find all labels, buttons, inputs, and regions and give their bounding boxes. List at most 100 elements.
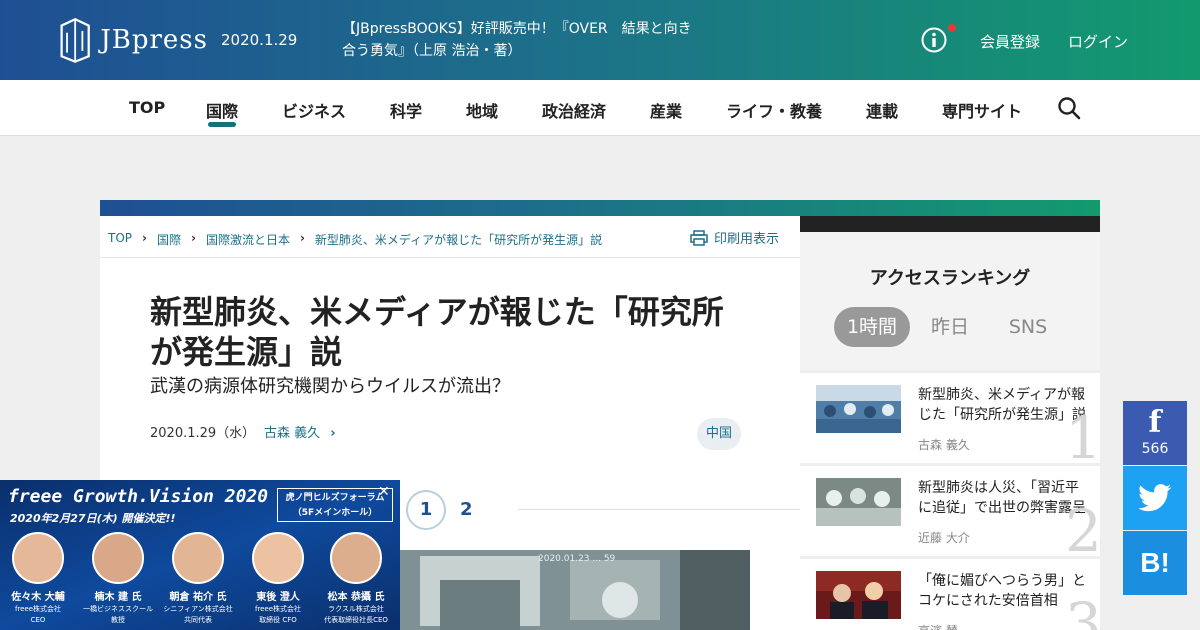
nav-item-science[interactable]: 科学: [390, 98, 422, 122]
author-link[interactable]: 古森 義久 ›: [264, 422, 336, 441]
page-1-button[interactable]: 1: [406, 490, 446, 530]
sidebar-top-bar: [800, 216, 1100, 232]
speaker-name: 朝倉 祐介 氏: [169, 592, 227, 603]
ranking-tab-sns[interactable]: SNS: [996, 307, 1060, 347]
notification-dot: [948, 24, 956, 32]
ad-date: 2020年2月27日(木) 開催決定!!: [10, 512, 176, 525]
article-date: 2020.1.29（水）: [150, 426, 256, 441]
breadcrumb-top[interactable]: TOP: [108, 231, 132, 248]
info-icon[interactable]: [921, 27, 947, 53]
ad-venue-box: 虎ノ門ヒルズフォーラム（5Fメインホール）: [277, 488, 393, 522]
speaker-role: シニフィアン株式会社: [163, 605, 233, 613]
ad-speaker: 松本 恭攝 氏 ラクスル株式会社 代表取締役社長CEO: [318, 532, 394, 625]
print-label: 印刷用表示: [714, 232, 780, 247]
ranking-item-1[interactable]: 新型肺炎、米メディアが報じた「研究所が発生源」説 古森 義久 1: [800, 373, 1100, 463]
speaker-role: 共同代表: [184, 616, 212, 624]
ranking-item-author: 高濱 賛: [918, 622, 958, 630]
page-2-button[interactable]: 2: [460, 499, 473, 520]
breadcrumb-separator: ›: [142, 231, 147, 245]
author-name: 古森 義久: [264, 426, 321, 441]
speaker-role: 一橋ビジネススクール: [83, 605, 153, 613]
speaker-role: 代表取締役社長CEO: [324, 616, 388, 624]
nav-item-business[interactable]: ビジネス: [282, 98, 346, 122]
print-button[interactable]: 印刷用表示: [690, 228, 779, 247]
jbpress-logo-icon: [60, 17, 90, 63]
ranking-thumbnail-3: [816, 571, 901, 619]
speaker-role: freee株式会社: [254, 605, 302, 613]
nav-active-indicator: [208, 122, 236, 127]
ranking-item-2[interactable]: 新型肺炎は人災、「習近平に追従」で出世の弊害露呈 近藤 大介 2: [800, 466, 1100, 556]
breadcrumb-international[interactable]: 国際: [157, 231, 181, 248]
logo-wordmark: JBpress: [100, 25, 208, 55]
article-subtitle: 武漢の病源体研究機関からウイルスが流出？: [150, 376, 510, 397]
ad-speaker: 楠木 建 氏 一橋ビジネススクール 教授: [80, 532, 156, 625]
speaker-name: 楠木 建 氏: [94, 592, 142, 603]
close-icon[interactable]: ✕: [378, 484, 390, 500]
site-header: JBpress 2020.1.29 【JBpressBOOKS】好評販売中！『O…: [0, 0, 1200, 80]
ranking-number: 2: [1065, 497, 1100, 556]
ad-banner[interactable]: freee Growth.Vision 2020 2020年2月27日(木) 開…: [0, 480, 400, 630]
search-icon[interactable]: [1057, 96, 1081, 120]
twitter-share-button[interactable]: [1123, 466, 1187, 530]
ad-title: freee Growth.Vision 2020: [8, 486, 269, 507]
ranking-item-author: 近藤 大介: [918, 531, 970, 545]
nav-item-life-culture[interactable]: ライフ・教養: [726, 98, 822, 122]
ad-speaker: 朝倉 祐介 氏 シニフィアン株式会社 共同代表: [160, 532, 236, 625]
nav-item-region[interactable]: 地域: [466, 98, 498, 122]
pager-divider: [518, 509, 800, 510]
main-nav: TOP 国際 ビジネス 科学 地域 政治経済 産業 ライフ・教養 連載 専門サイ…: [0, 80, 1200, 136]
site-logo[interactable]: JBpress: [58, 14, 208, 66]
category-tag[interactable]: 中国: [697, 418, 741, 450]
chevron-right-icon: ›: [330, 426, 336, 441]
ad-speaker: 佐々木 大輔 freee株式会社 CEO: [0, 532, 76, 625]
breadcrumb-separator: ›: [190, 231, 196, 245]
ranking-item-author: 古森 義久: [918, 438, 970, 452]
nav-item-international[interactable]: 国際: [206, 98, 238, 122]
ranking-panel: アクセスランキング 1時間 昨日 SNS: [800, 232, 1100, 370]
nav-item-series[interactable]: 連載: [866, 98, 898, 122]
breadcrumb-current[interactable]: 新型肺炎、米メディアが報じた「研究所が発生源」説: [315, 231, 602, 248]
hatena-bookmark-icon: B!: [1140, 547, 1170, 578]
speaker-role: CEO: [30, 616, 46, 624]
nav-item-industry[interactable]: 産業: [650, 98, 682, 122]
nav-item-politics-economy[interactable]: 政治経済: [542, 98, 606, 122]
nav-item-top[interactable]: TOP: [129, 98, 165, 117]
ranking-number: 1: [1065, 404, 1100, 463]
register-link[interactable]: 会員登録: [980, 31, 1040, 52]
ad-speaker: 東後 澄人 freee株式会社 取締役 CFO: [240, 532, 316, 625]
breadcrumb-divider: [100, 257, 800, 258]
facebook-icon: f: [1148, 405, 1162, 440]
content-gradient-rule: [100, 200, 1100, 216]
avatar: [92, 532, 144, 584]
avatar: [172, 532, 224, 584]
ranking-number: 3: [1065, 590, 1100, 630]
speaker-name: 松本 恭攝 氏: [327, 592, 385, 603]
article-hero-image: 2020.01.23 ... 59: [400, 550, 750, 630]
avatar: [252, 532, 304, 584]
ranking-tab-yesterday[interactable]: 昨日: [920, 307, 980, 347]
ranking-title: アクセスランキング: [869, 268, 1031, 289]
twitter-bird-icon: [1138, 484, 1172, 512]
header-date: 2020.1.29: [221, 31, 298, 49]
ranking-tab-1hour[interactable]: 1時間: [834, 307, 910, 347]
facebook-share-count: 566: [1141, 441, 1169, 457]
article-title: 新型肺炎、米メディアが報じた「研究所が発生源」説: [150, 293, 724, 371]
hero-timestamp: 2020.01.23 ... 59: [538, 554, 616, 564]
speaker-role: ラクスル株式会社: [328, 605, 384, 613]
ranking-thumbnail-2: [816, 478, 901, 526]
speaker-role: 取締役 CFO: [259, 616, 297, 624]
speaker-role: freee株式会社: [14, 605, 62, 613]
breadcrumb: TOP › 国際 › 国際激流と日本 › 新型肺炎、米メディアが報じた「研究所が…: [108, 231, 602, 248]
avatar: [330, 532, 382, 584]
login-link[interactable]: ログイン: [1068, 31, 1128, 52]
ranking-thumbnail-1: [816, 385, 901, 433]
nav-item-special-sites[interactable]: 専門サイト: [942, 98, 1022, 122]
breadcrumb-series[interactable]: 国際激流と日本: [206, 231, 290, 248]
speaker-role: 教授: [111, 616, 125, 624]
ranking-item-3[interactable]: 「俺に媚びへつらう男」とコケにされた安倍首相 高濱 賛 3: [800, 559, 1100, 630]
facebook-share-button[interactable]: f 566: [1123, 401, 1187, 465]
hatena-bookmark-button[interactable]: B!: [1123, 531, 1187, 595]
header-promo-link[interactable]: 【JBpressBOOKS】好評販売中！『OVER 結果と向き合う勇気』（上原 …: [342, 18, 692, 62]
speaker-name: 東後 澄人: [256, 592, 300, 603]
printer-icon: [690, 229, 708, 246]
